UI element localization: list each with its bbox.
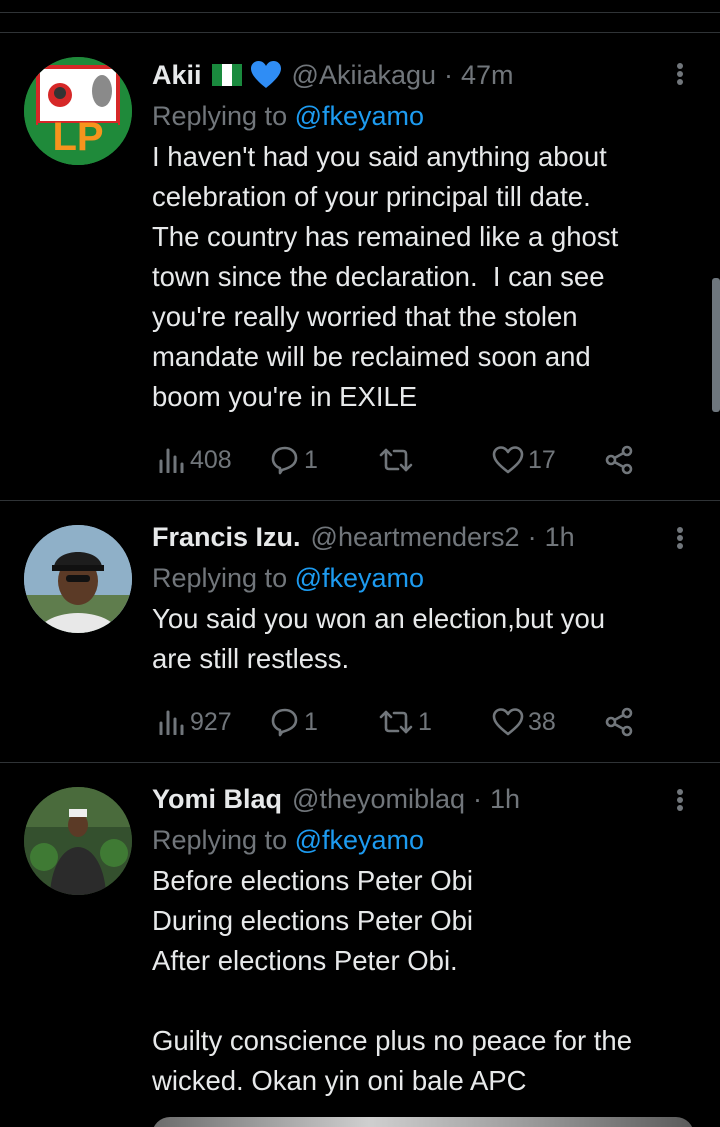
handle[interactable]: @heartmenders2: [311, 522, 520, 553]
share-icon: [605, 445, 633, 475]
profile-photo-icon: [24, 525, 132, 633]
timestamp[interactable]: 1h: [490, 784, 520, 815]
share-button[interactable]: [604, 440, 634, 480]
views-button[interactable]: 408: [158, 440, 232, 480]
tweet-actions: 408 1 17: [152, 440, 642, 480]
replying-prefix: Replying to: [152, 101, 288, 131]
replying-to: Replying to @fkeyamo: [152, 559, 660, 597]
share-icon: [605, 707, 633, 737]
heart-icon: [492, 708, 524, 736]
tweet-text: Before elections Peter Obi During electi…: [152, 865, 633, 1096]
separator: ·: [473, 783, 483, 814]
blue-heart-icon: [250, 61, 281, 88]
more-options-button[interactable]: [668, 523, 692, 553]
replying-to-link[interactable]: @fkeyamo: [295, 101, 424, 131]
retweet-button[interactable]: 1: [378, 702, 432, 742]
views-button[interactable]: 927: [158, 702, 232, 742]
reply-button[interactable]: 1: [268, 702, 318, 742]
replying-to: Replying to @fkeyamo: [152, 97, 660, 135]
avatar[interactable]: LP: [24, 57, 132, 165]
tweet-text: You said you won an election,but you are…: [152, 603, 606, 674]
replying-prefix: Replying to: [152, 563, 288, 593]
avatar-label: LP: [52, 115, 104, 159]
reply-icon: [271, 708, 298, 737]
like-count: 17: [528, 445, 556, 474]
media-preview[interactable]: [152, 1117, 694, 1127]
share-button[interactable]: [604, 702, 634, 742]
tweet-actions: 927 1 1 38: [152, 702, 642, 742]
timestamp[interactable]: 47m: [461, 60, 514, 91]
views-count: 408: [190, 445, 232, 474]
reply-icon: [271, 446, 298, 475]
tweet-header: Akii @Akiiakagu · 47m: [152, 57, 660, 93]
display-name[interactable]: Yomi Blaq: [152, 784, 282, 815]
avatar[interactable]: [24, 525, 132, 633]
retweet-button[interactable]: [378, 440, 418, 480]
display-name[interactable]: Akii: [152, 60, 202, 91]
separator: ·: [444, 59, 454, 90]
tweet-header: Yomi Blaq @theyomiblaq · 1h: [152, 781, 660, 817]
like-count: 38: [528, 707, 556, 736]
handle[interactable]: @theyomiblaq: [292, 784, 465, 815]
like-button[interactable]: 38: [492, 702, 556, 742]
heart-icon: [492, 446, 524, 474]
views-icon: [159, 448, 184, 473]
handle[interactable]: @Akiiakagu: [292, 60, 436, 91]
tweet-text: I haven't had you said anything about ce…: [152, 141, 619, 412]
replying-to-link[interactable]: @fkeyamo: [295, 563, 424, 593]
tweet-2[interactable]: Francis Izu. @heartmenders2 · 1h Replyin…: [0, 501, 720, 763]
replying-to: Replying to @fkeyamo: [152, 821, 660, 859]
timestamp[interactable]: 1h: [545, 522, 575, 553]
views-count: 927: [190, 707, 232, 736]
replying-to-link[interactable]: @fkeyamo: [295, 825, 424, 855]
tweet-3[interactable]: Yomi Blaq @theyomiblaq · 1h Replying to …: [0, 763, 720, 1127]
retweet-count: 1: [418, 707, 432, 736]
replying-prefix: Replying to: [152, 825, 288, 855]
retweet-icon: [379, 448, 413, 472]
separator: ·: [527, 521, 537, 552]
views-icon: [159, 710, 184, 735]
reply-button[interactable]: 1: [268, 440, 318, 480]
tweet-1[interactable]: LP Akii @Akiiakagu · 47m Replying to @fk…: [0, 33, 720, 501]
more-options-button[interactable]: [668, 785, 692, 815]
reply-count: 1: [304, 707, 318, 736]
profile-photo-icon: [24, 787, 132, 895]
reply-count: 1: [304, 445, 318, 474]
more-options-button[interactable]: [668, 59, 692, 89]
like-button[interactable]: 17: [492, 440, 556, 480]
tweet-header: Francis Izu. @heartmenders2 · 1h: [152, 519, 660, 555]
retweet-icon: [379, 710, 413, 734]
top-divider: [0, 12, 720, 13]
avatar[interactable]: [24, 787, 132, 895]
nigeria-flag-icon: [211, 64, 242, 86]
display-name[interactable]: Francis Izu.: [152, 522, 301, 553]
